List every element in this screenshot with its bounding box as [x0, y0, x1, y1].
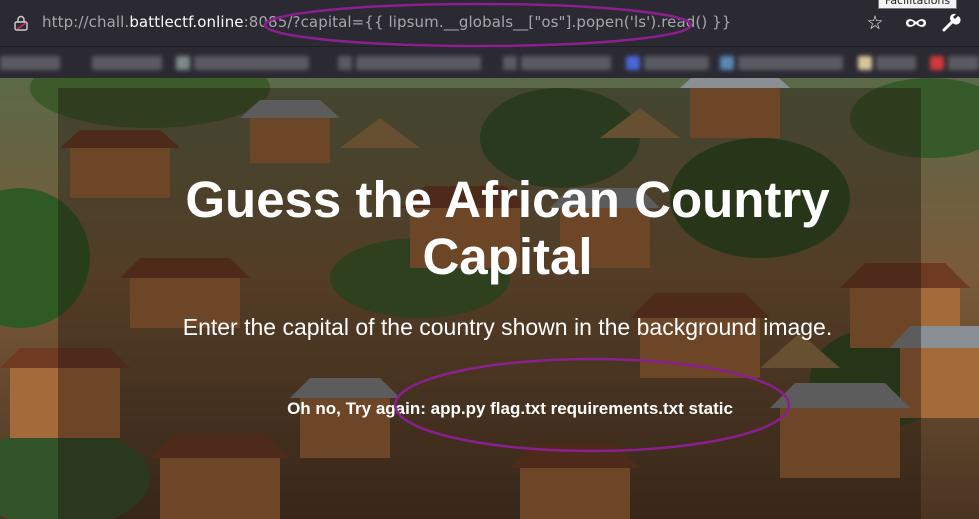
bookmark-item[interactable] [176, 56, 190, 70]
mask-icon[interactable] [904, 12, 928, 34]
content-overlay [58, 88, 921, 519]
bookmark-item[interactable] [521, 56, 611, 70]
bookmark-item[interactable] [738, 56, 843, 70]
bookmark-item[interactable] [876, 56, 916, 70]
bookmark-item[interactable] [858, 56, 872, 70]
page-title: Guess the African Country Capital [185, 171, 830, 285]
bookmark-item[interactable] [948, 56, 979, 70]
wrench-icon[interactable] [941, 13, 961, 33]
tooltip: Facilitations [878, 0, 958, 9]
instruction-text: Enter the capital of the country shown i… [182, 314, 833, 340]
bookmark-item[interactable] [338, 56, 352, 70]
url-field[interactable]: http://chall.battlectf.online:8085/?capi… [42, 13, 731, 31]
bookmark-item[interactable] [644, 56, 709, 70]
bookmark-item[interactable] [503, 56, 517, 70]
bookmark-item[interactable] [626, 56, 640, 70]
page-content: Guess the African Country Capital Enter … [0, 78, 979, 519]
bookmark-star-icon[interactable]: ☆ [864, 12, 886, 34]
bookmark-item[interactable] [720, 56, 734, 70]
bookmark-item[interactable] [92, 56, 162, 70]
bookmark-item[interactable] [356, 56, 481, 70]
bookmark-item[interactable] [0, 56, 60, 70]
url-prefix: http://chall. [42, 13, 130, 31]
result-message: Oh no, Try again: app.py flag.txt requir… [287, 399, 733, 418]
url-bar: ⁾ http://chall.battlectf.online:8085/?ca… [0, 0, 979, 46]
page-info-icon[interactable]: ⁾ [0, 13, 6, 31]
bookmark-item[interactable] [194, 56, 309, 70]
lock-icon[interactable] [14, 15, 28, 31]
bookmarks-toolbar [0, 46, 979, 79]
url-host: battlectf.online [129, 13, 244, 31]
bookmark-item[interactable] [930, 56, 944, 70]
url-path: :8085/?capital={{ lipsum.__globals__["os… [243, 13, 732, 31]
